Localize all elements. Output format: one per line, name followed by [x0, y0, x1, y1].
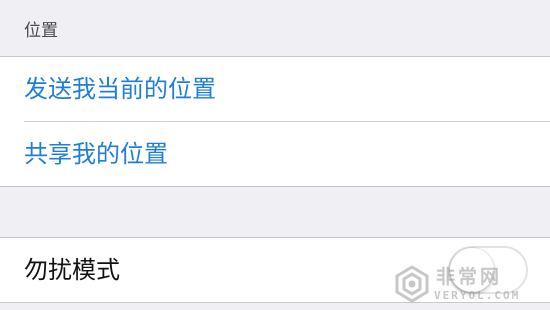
location-section-title: 位置 — [24, 21, 58, 41]
share-my-location-row[interactable]: 共享我的位置 — [0, 122, 550, 186]
send-current-location-row[interactable]: 发送我当前的位置 — [0, 57, 550, 121]
share-my-location-label: 共享我的位置 — [24, 140, 168, 168]
send-current-location-label: 发送我当前的位置 — [24, 75, 216, 103]
location-section-header: 位置 — [0, 0, 550, 56]
location-group: 发送我当前的位置 共享我的位置 — [0, 56, 550, 187]
do-not-disturb-toggle[interactable] — [448, 246, 528, 294]
toggle-knob[interactable] — [450, 248, 494, 292]
do-not-disturb-label: 勿扰模式 — [24, 256, 120, 284]
do-not-disturb-row: 勿扰模式 — [0, 238, 550, 302]
do-not-disturb-group: 勿扰模式 — [0, 237, 550, 303]
